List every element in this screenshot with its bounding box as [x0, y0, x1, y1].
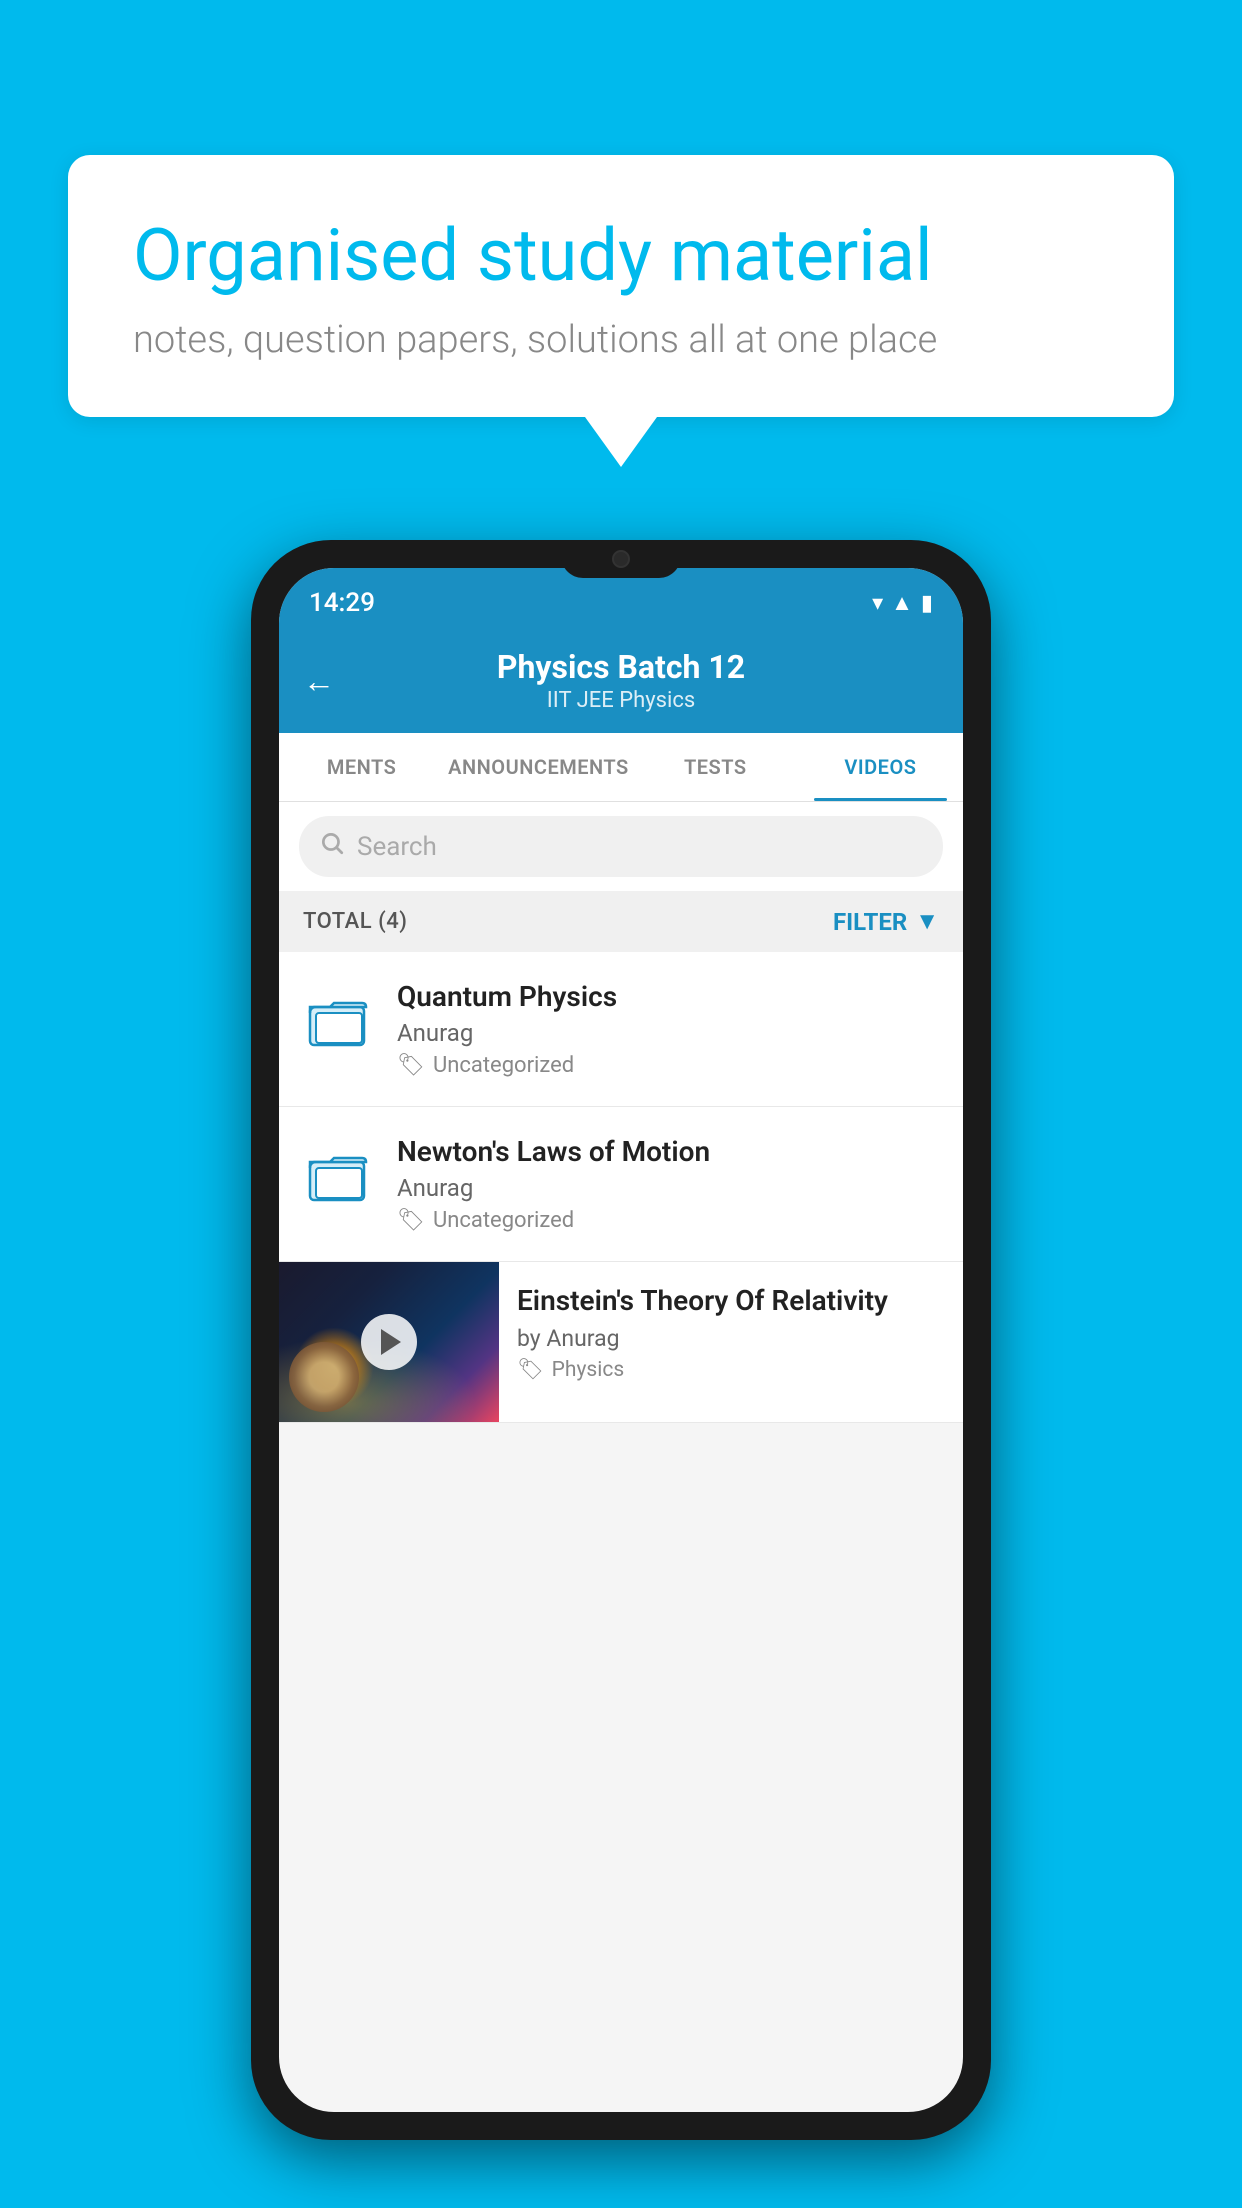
app-header: ← Physics Batch 12 IIT JEE Physics: [279, 630, 963, 733]
speech-bubble-subtitle: notes, question papers, solutions all at…: [133, 318, 1109, 362]
tab-announcements[interactable]: ANNOUNCEMENTS: [444, 733, 633, 801]
tab-videos[interactable]: VIDEOS: [798, 733, 963, 801]
speech-bubble-arrow: [585, 417, 657, 467]
speech-bubble-section: Organised study material notes, question…: [68, 155, 1174, 467]
video-thumbnail: [279, 1262, 499, 1422]
item-text-newton: Newton's Laws of Motion Anurag 🏷 Uncateg…: [397, 1135, 939, 1233]
item-title: Quantum Physics: [397, 980, 939, 1013]
tabs-bar: MENTS ANNOUNCEMENTS TESTS VIDEOS: [279, 733, 963, 802]
phone-screen: 14:29 ▾ ▲ ▮ ← Physics Batch 12 IIT JEE P…: [279, 568, 963, 2112]
item-text-quantum: Quantum Physics Anurag 🏷 Uncategorized: [397, 980, 939, 1078]
phone-mockup: 14:29 ▾ ▲ ▮ ← Physics Batch 12 IIT JEE P…: [251, 540, 991, 2140]
tag-icon: 🏷: [397, 1208, 425, 1233]
item-author: Anurag: [397, 1174, 939, 1202]
search-icon: [319, 830, 345, 863]
wifi-icon: ▾: [872, 591, 883, 616]
search-input[interactable]: Search: [357, 832, 437, 862]
video-author: by Anurag: [517, 1325, 945, 1352]
list-item-video[interactable]: Einstein's Theory Of Relativity by Anura…: [279, 1262, 963, 1423]
filter-button[interactable]: FILTER ▼: [833, 907, 939, 936]
item-author: Anurag: [397, 1019, 939, 1047]
item-tag: 🏷 Uncategorized: [397, 1208, 939, 1233]
item-icon-quantum: [303, 984, 375, 1056]
header-subtitle: IIT JEE Physics: [355, 688, 887, 713]
tag-icon: 🏷: [397, 1053, 425, 1078]
play-triangle-icon: [381, 1329, 401, 1355]
speech-bubble: Organised study material notes, question…: [68, 155, 1174, 417]
filter-icon: ▼: [915, 907, 939, 936]
item-title: Newton's Laws of Motion: [397, 1135, 939, 1168]
header-title-group: Physics Batch 12 IIT JEE Physics: [355, 648, 887, 713]
phone-camera: [612, 550, 630, 568]
phone-outer: 14:29 ▾ ▲ ▮ ← Physics Batch 12 IIT JEE P…: [251, 540, 991, 2140]
total-count: TOTAL (4): [303, 909, 407, 934]
filter-bar: TOTAL (4) FILTER ▼: [279, 891, 963, 952]
item-tag: 🏷 Uncategorized: [397, 1053, 939, 1078]
content-list: Quantum Physics Anurag 🏷 Uncategorized: [279, 952, 963, 1423]
play-button[interactable]: [361, 1314, 417, 1370]
folder-icon: [308, 1148, 370, 1203]
list-item[interactable]: Quantum Physics Anurag 🏷 Uncategorized: [279, 952, 963, 1107]
video-text-einstein: Einstein's Theory Of Relativity by Anura…: [499, 1262, 963, 1404]
tab-ments[interactable]: MENTS: [279, 733, 444, 801]
header-main-title: Physics Batch 12: [355, 648, 887, 686]
status-time: 14:29: [309, 588, 375, 618]
tag-icon: 🏷: [517, 1358, 544, 1382]
search-input-wrap[interactable]: Search: [299, 816, 943, 877]
phone-notch: [561, 540, 681, 578]
battery-icon: ▮: [921, 591, 933, 616]
back-button[interactable]: ←: [303, 662, 335, 700]
tab-tests[interactable]: TESTS: [633, 733, 798, 801]
status-icons: ▾ ▲ ▮: [872, 590, 933, 616]
signal-icon: ▲: [891, 590, 913, 616]
video-tag: 🏷 Physics: [517, 1358, 945, 1382]
item-icon-newton: [303, 1139, 375, 1211]
speech-bubble-title: Organised study material: [133, 215, 1109, 298]
video-title: Einstein's Theory Of Relativity: [517, 1284, 945, 1317]
planet: [289, 1342, 359, 1412]
folder-icon: [308, 993, 370, 1048]
search-container: Search: [279, 802, 963, 891]
list-item[interactable]: Newton's Laws of Motion Anurag 🏷 Uncateg…: [279, 1107, 963, 1262]
